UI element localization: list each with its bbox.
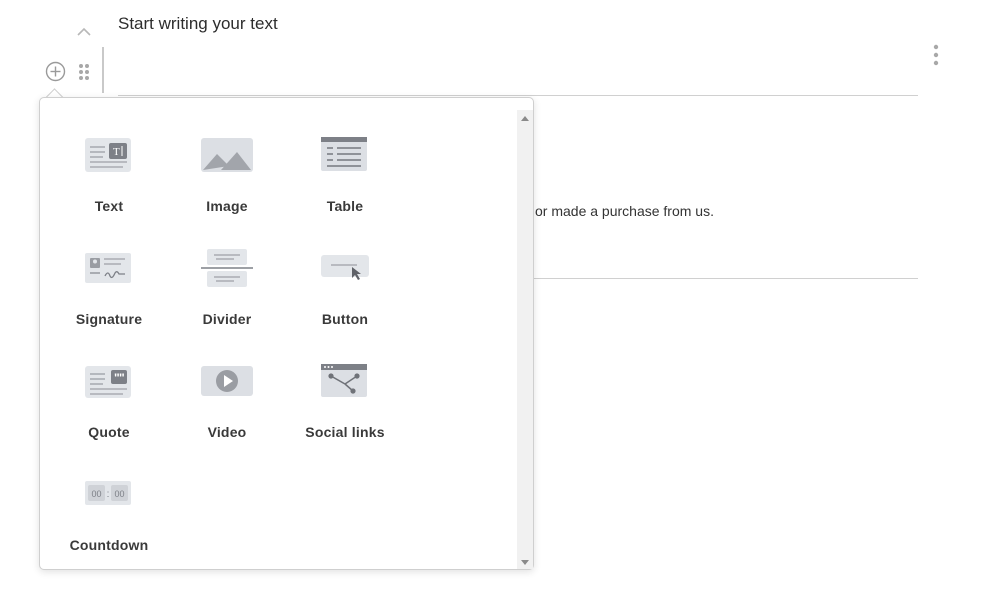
block-label: Divider [202,311,252,327]
block-tile-button[interactable]: Button [286,221,404,331]
scroll-down-arrow-icon[interactable] [521,560,529,565]
block-tile-social-links[interactable]: Social links [286,334,404,444]
countdown-right-digits: 00 [114,489,124,499]
block-label: Button [321,311,369,327]
block-tile-signature[interactable]: Signature [50,221,168,331]
block-tile-video[interactable]: Video [168,334,286,444]
chevron-up-icon[interactable] [75,25,93,39]
text-block-icon: T [85,138,131,172]
video-block-icon [201,366,253,396]
block-label: Image [206,198,248,214]
block-tile-text[interactable]: T Text [50,108,168,218]
divider-block-icon [201,249,253,287]
block-label: Text [94,198,124,214]
block-label: Social links [305,424,385,440]
block-label: Video [207,424,247,440]
block-label: Table [326,198,364,214]
block-label: Countdown [69,537,149,553]
countdown-left-digits: 00 [91,489,101,499]
block-tile-quote[interactable]: " " Quote [50,334,168,444]
block-tile-image[interactable]: Image [168,108,286,218]
add-block-popover: T Text Image Table Signature Divider But… [39,97,534,570]
countdown-block-icon: 00 : 00 [85,481,131,505]
block-tile-countdown[interactable]: 00 : 00 Countdown [50,447,168,557]
quote-block-icon: " " [85,366,131,398]
email-body-text[interactable]: or made a purchase from us. [535,203,714,219]
text-cursor-line [102,47,104,93]
svg-text:T: T [113,146,120,158]
more-vertical-icon[interactable] [930,44,942,66]
block-tile-divider[interactable]: Divider [168,221,286,331]
svg-text:": " [119,371,125,385]
block-label: Signature [75,311,143,327]
text-block-placeholder[interactable]: Start writing your text [118,14,278,34]
block-tile-table[interactable]: Table [286,108,404,218]
block-label: Quote [88,424,130,440]
signature-block-icon [85,253,131,283]
scroll-up-arrow-icon[interactable] [521,116,529,121]
table-block-icon [321,137,367,171]
button-block-icon [321,255,369,280]
image-block-icon [201,138,253,172]
popover-scrollbar[interactable] [517,110,533,569]
social-links-block-icon [321,364,367,397]
plus-circle-icon[interactable] [45,61,66,82]
block-divider-line [118,95,918,96]
countdown-separator: : [107,489,110,500]
drag-handle-icon[interactable] [77,62,91,82]
